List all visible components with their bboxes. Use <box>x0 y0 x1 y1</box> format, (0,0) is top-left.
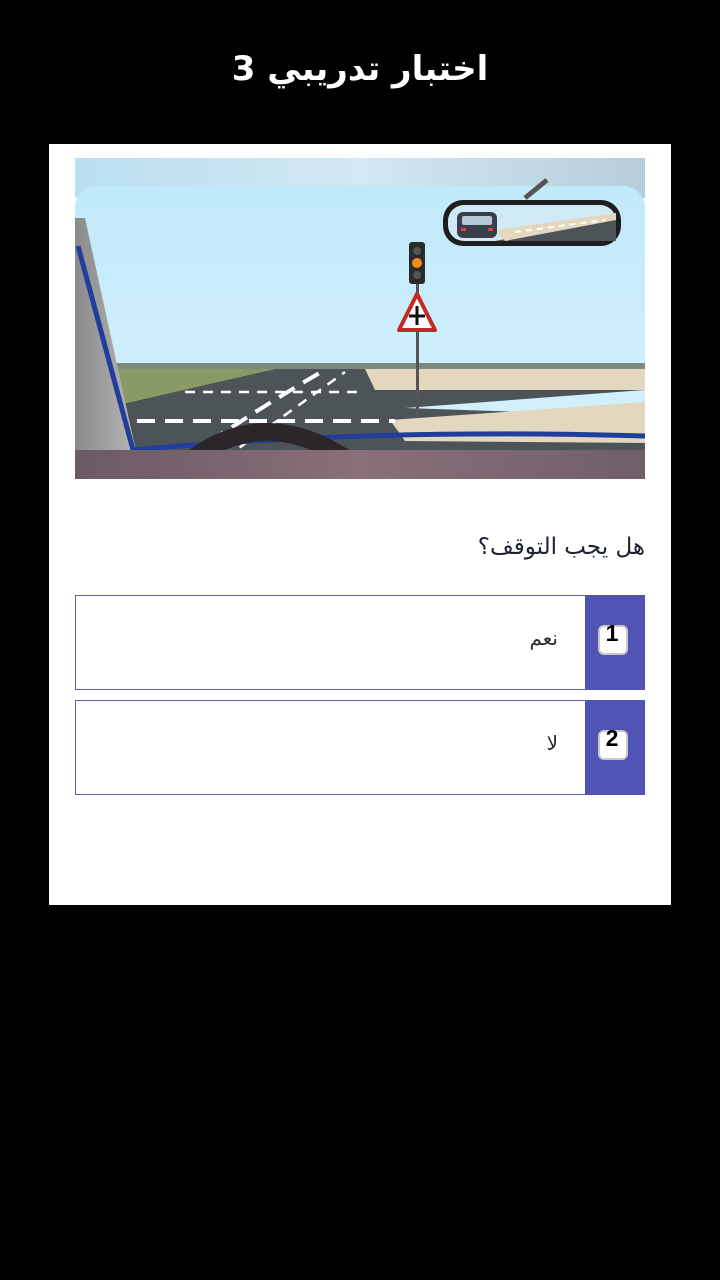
answer-label: نعم <box>529 626 558 650</box>
answer-number-box: 2 <box>585 700 645 795</box>
answer-number: 1 <box>605 620 619 646</box>
question-card: هل يجب التوقف؟ نعم 1 لا 2 <box>49 144 671 905</box>
page-title: اختبار تدريبي 3 <box>231 49 489 89</box>
road-scene-illustration <box>75 158 645 479</box>
answer-number-box: 1 <box>585 595 645 690</box>
answer-option-1[interactable]: نعم 1 <box>75 595 645 690</box>
answer-number: 2 <box>605 725 619 751</box>
question-text: هل يجب التوقف؟ <box>477 534 645 560</box>
traffic-light-icon <box>409 242 425 284</box>
answer-label: لا <box>546 731 558 755</box>
screen: اختبار تدريبي 3 هل يجب التوقف؟ نعم 1 لا … <box>0 0 720 1280</box>
answer-option-2[interactable]: لا 2 <box>75 700 645 795</box>
